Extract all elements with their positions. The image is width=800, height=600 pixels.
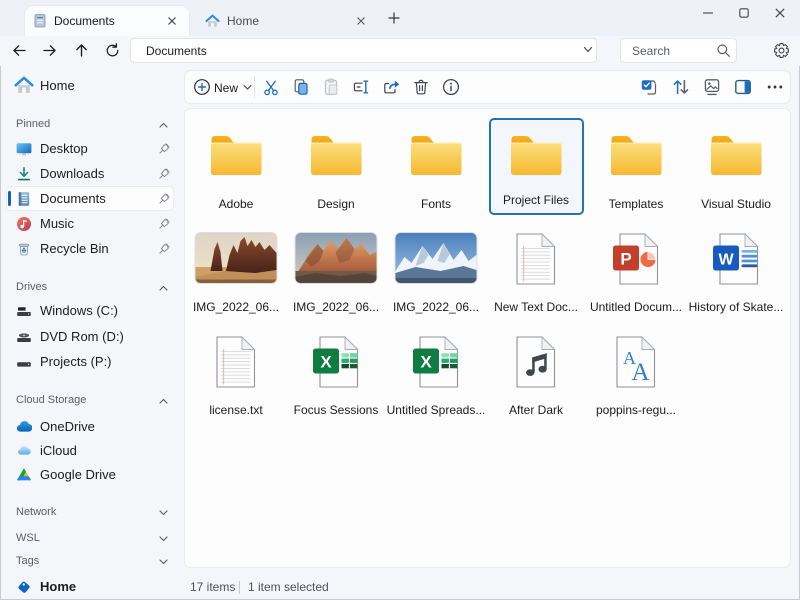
svg-text:P: P [620,250,631,269]
svg-text:A: A [631,359,649,386]
svg-text:W: W [718,252,734,269]
